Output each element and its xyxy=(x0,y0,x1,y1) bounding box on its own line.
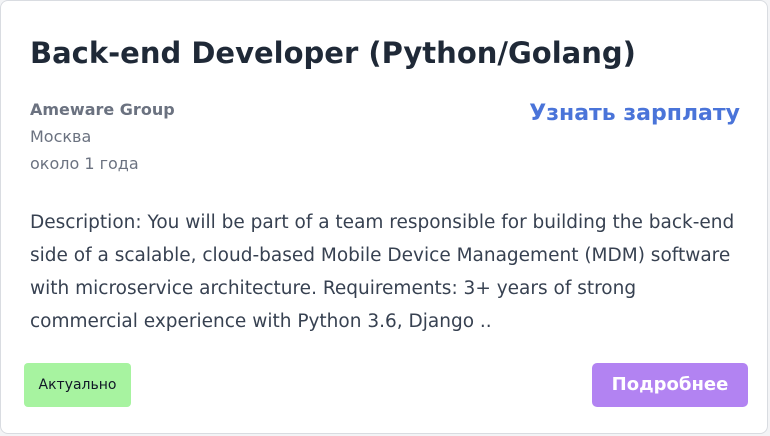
status-badge: Актуально xyxy=(24,363,131,407)
job-meta: Ameware Group Москва около 1 года xyxy=(30,96,175,177)
posted-time: около 1 года xyxy=(30,154,139,173)
job-card: Back-end Developer (Python/Golang) Amewa… xyxy=(0,0,768,434)
job-title: Back-end Developer (Python/Golang) xyxy=(30,36,636,70)
job-description: Description: You will be part of a team … xyxy=(30,212,735,332)
details-button[interactable]: Подробнее xyxy=(592,363,748,407)
salary-link[interactable]: Узнать зарплату xyxy=(529,97,740,131)
job-city: Москва xyxy=(30,127,92,146)
company-name: Ameware Group xyxy=(30,100,175,119)
